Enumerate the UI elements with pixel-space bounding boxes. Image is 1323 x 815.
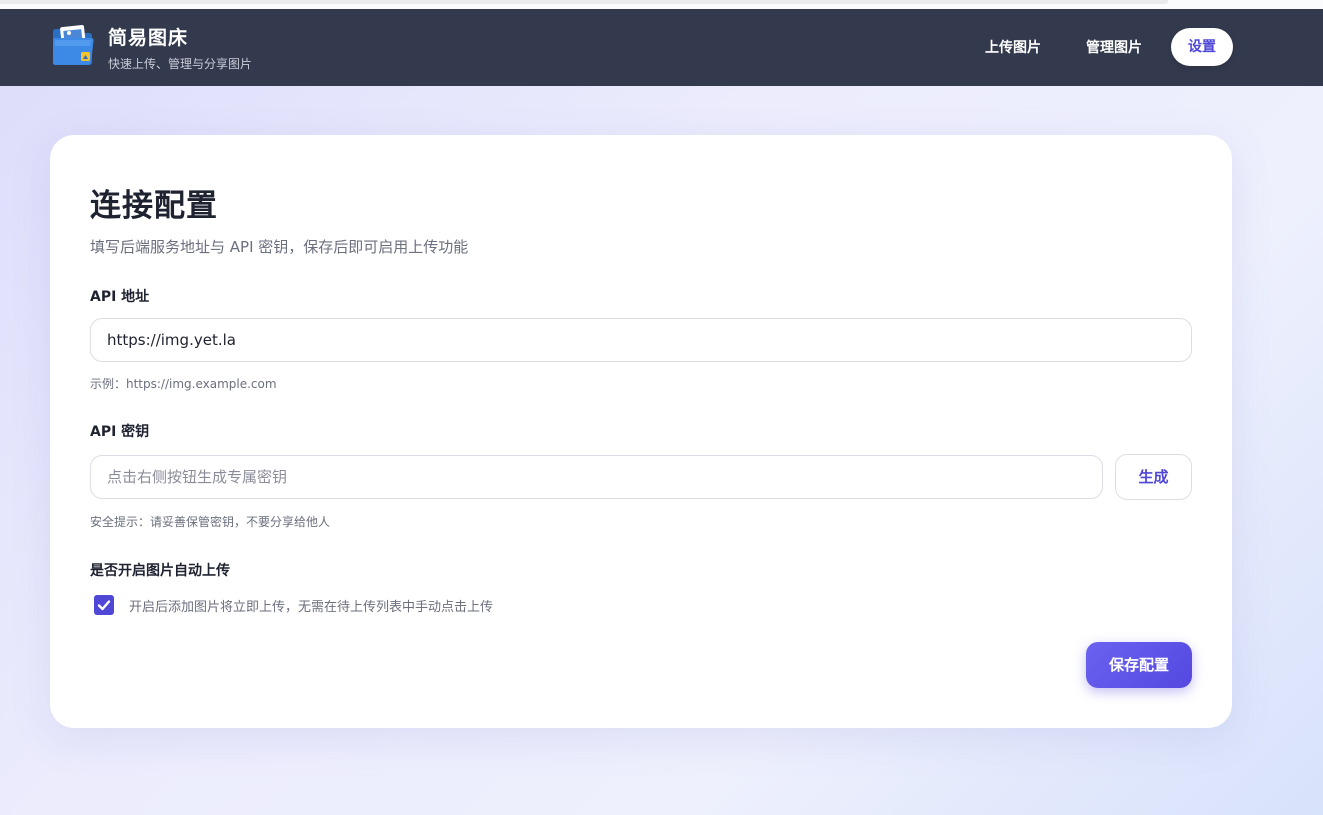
checkmark-icon [97,600,111,611]
api-url-input[interactable] [90,318,1192,362]
generate-key-button[interactable]: 生成 [1115,454,1192,500]
app-title: 简易图床 [108,27,189,49]
auto-upload-description: 开启后添加图片将立即上传，无需在待上传列表中手动点击上传 [129,600,494,615]
scroll-indicator [0,0,1168,4]
nav-upload[interactable]: 上传图片 [985,31,1041,65]
browser-top-strip [0,0,1323,9]
save-config-button[interactable]: 保存配置 [1086,642,1192,688]
page-title: 连接配置 [90,188,218,224]
api-key-hint: 安全提示：请妥善保管密钥，不要分享给他人 [90,515,331,529]
nav-manage[interactable]: 管理图片 [1086,31,1142,65]
settings-card: 连接配置 填写后端服务地址与 API 密钥，保存后即可启用上传功能 API 地址… [50,135,1232,728]
app-subtitle: 快速上传、管理与分享图片 [108,57,253,71]
page-description: 填写后端服务地址与 API 密钥，保存后即可启用上传功能 [90,238,469,256]
api-key-input[interactable] [90,455,1103,499]
app-header: 简易图床 快速上传、管理与分享图片 上传图片 管理图片 设置 [0,9,1323,86]
api-key-label: API 密钥 [90,424,150,440]
api-url-hint: 示例：https://img.example.com [90,377,277,391]
auto-upload-checkbox[interactable] [94,595,114,615]
auto-upload-label: 是否开启图片自动上传 [90,563,230,579]
folder-image-icon [49,22,97,70]
api-url-label: API 地址 [90,289,150,305]
nav-settings[interactable]: 设置 [1171,28,1233,66]
